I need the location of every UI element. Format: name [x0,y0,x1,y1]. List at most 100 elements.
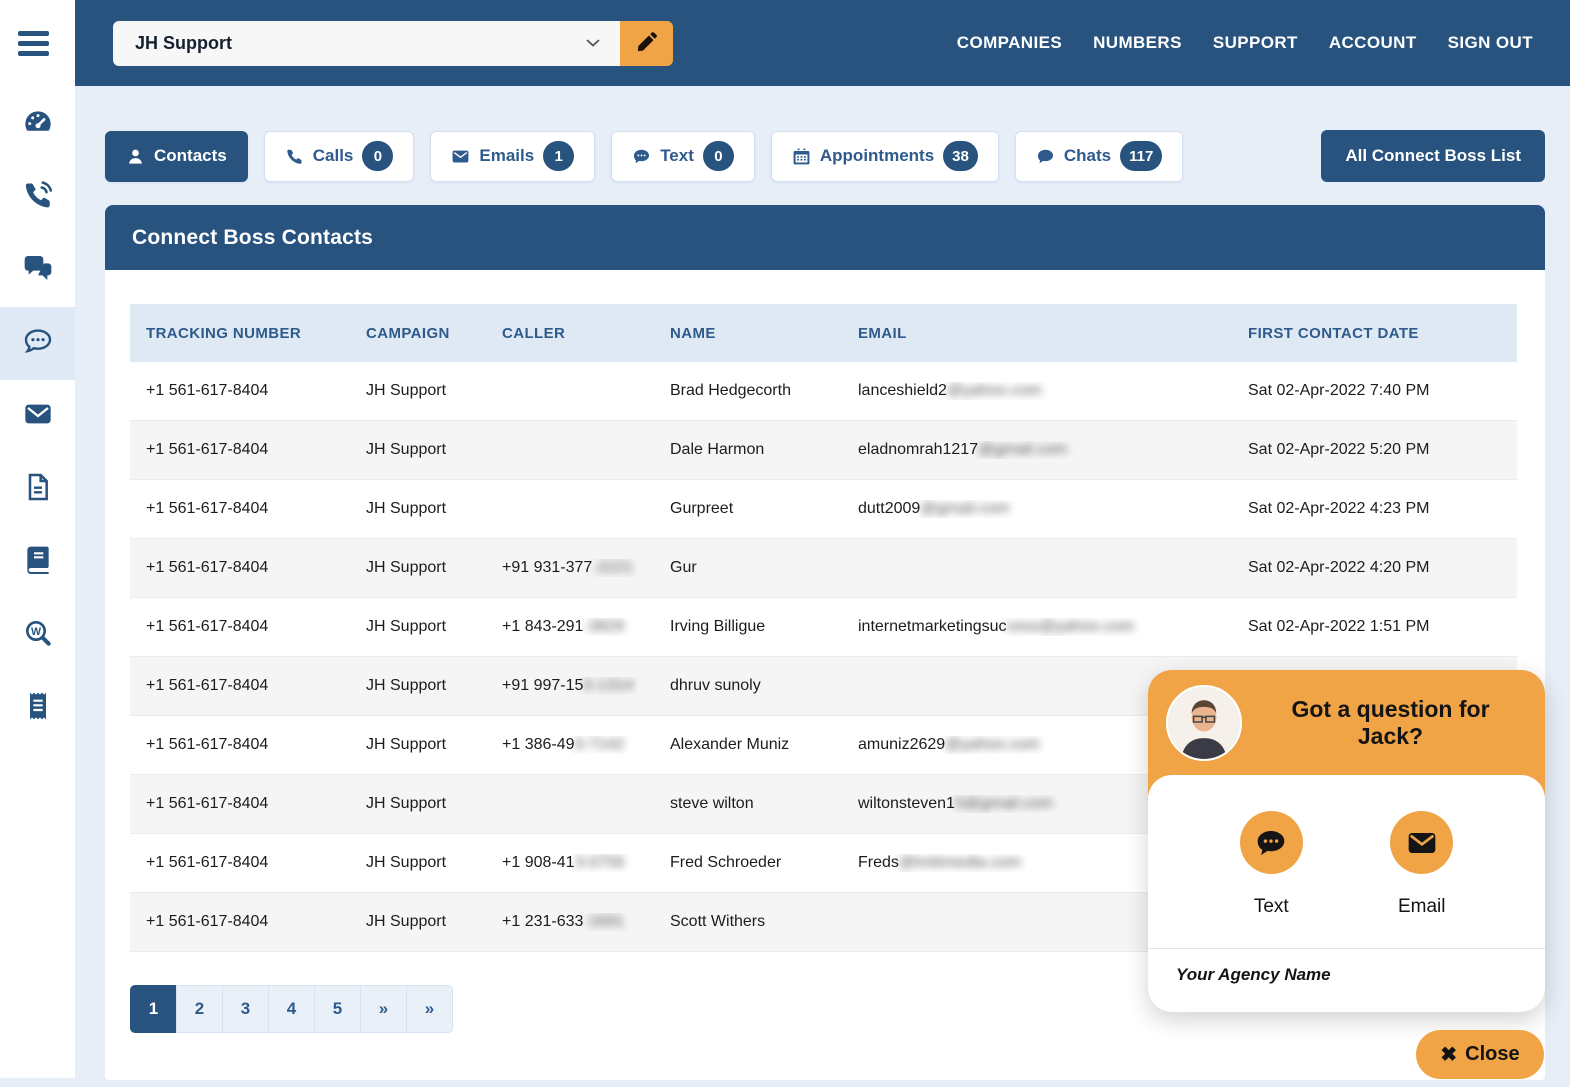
book-icon [22,544,54,581]
name-cell: Dale Harmon [654,441,842,459]
tab-label: Calls [313,146,354,166]
tab-label: Emails [479,146,534,166]
caller-cell: +91 931-377-2221 [486,559,654,577]
campaign-cell: JH Support [350,500,486,518]
col-campaign[interactable]: CAMPAIGN [350,325,486,342]
sidebar-item-calls[interactable] [0,161,75,234]
svg-text:W: W [30,626,41,638]
first-contact-date-cell: Sat 02-Apr-2022 4:20 PM [1232,559,1517,577]
tracking-number-cell: +1 561-617-8404 [130,913,350,931]
tracking-number-cell: +1 561-617-8404 [130,854,350,872]
sidebar-item-word-search[interactable]: W [0,599,75,672]
word-search-icon: W [22,617,54,654]
chat-widget-body: Text Email Your Agency Name [1148,775,1545,1012]
page-button[interactable]: » [360,985,407,1033]
tab-text[interactable]: Text 0 [611,131,755,182]
page-button[interactable]: » [406,985,453,1033]
campaign-cell: JH Support [350,795,486,813]
app: W JH Support [0,0,1570,1087]
tab-appointments[interactable]: Appointments 38 [771,131,999,182]
email-cell: internetmarketingsuccess@yahoo.com [842,618,1232,636]
page-button[interactable]: 1 [130,985,177,1033]
comment-dots-icon [22,325,54,362]
campaign-cell: JH Support [350,441,486,459]
sidebar-item-email[interactable] [0,380,75,453]
first-contact-date-cell: Sat 02-Apr-2022 4:23 PM [1232,500,1517,518]
page-button[interactable]: 4 [268,985,315,1033]
all-connect-boss-list-button[interactable]: All Connect Boss List [1321,130,1545,182]
nav-link-companies[interactable]: COMPANIES [957,33,1062,53]
chevron-down-icon [586,34,600,52]
edit-company-button[interactable] [620,21,673,66]
caller-cell: +1 231-633-1691 [486,913,654,931]
company-selector-value: JH Support [135,33,232,54]
page-button[interactable]: 5 [314,985,361,1033]
tab-label: Text [660,146,694,166]
text-action-label: Text [1254,896,1289,918]
pencil-icon [636,31,658,56]
sidebar-item-text-messages[interactable] [0,307,75,380]
table-row[interactable]: +1 561-617-8404 JH Support Dale Harmon e… [130,421,1517,480]
tab-chats[interactable]: Chats 117 [1015,131,1183,182]
company-selector[interactable]: JH Support [113,21,620,66]
tracking-number-cell: +1 561-617-8404 [130,500,350,518]
chat-bubbles-icon [22,252,54,289]
caller-cell: +1 386-490-7142 [486,736,654,754]
email-cell: eladnomrah1217@gmail.com [842,441,1232,459]
table-row[interactable]: +1 561-617-8404 JH Support +1 843-291-38… [130,598,1517,657]
hamburger-menu-icon[interactable] [0,0,75,86]
table-header-row: TRACKING NUMBER CAMPAIGN CALLER NAME EMA… [130,304,1517,362]
nav-link-sign-out[interactable]: SIGN OUT [1448,33,1533,53]
chat-widget-title: Got a question for Jack? [1258,696,1527,750]
tracking-number-cell: +1 561-617-8404 [130,677,350,695]
close-widget-button[interactable]: ✖ Close [1416,1030,1544,1079]
sidebar-item-dashboard[interactable] [0,88,75,161]
email-cell: dutt2009@gmail.com [842,500,1232,518]
sidebar-item-documents[interactable] [0,453,75,526]
chat-widget-header: Got a question for Jack? [1148,670,1545,775]
tab-label: Chats [1064,146,1111,166]
chat-widget-actions: Text Email [1148,775,1545,918]
sidebar-item-conversations[interactable] [0,234,75,307]
nav-link-support[interactable]: SUPPORT [1213,33,1298,53]
col-tracking-number[interactable]: TRACKING NUMBER [130,325,350,342]
first-contact-date-cell: Sat 02-Apr-2022 7:40 PM [1232,382,1517,400]
nav-link-numbers[interactable]: NUMBERS [1093,33,1182,53]
nav-links: COMPANIES NUMBERS SUPPORT ACCOUNT SIGN O… [957,33,1533,53]
table-row[interactable]: +1 561-617-8404 JH Support +91 931-377-2… [130,539,1517,598]
table-row[interactable]: +1 561-617-8404 JH Support Brad Hedgecor… [130,362,1517,421]
caller-cell: +1 908-413-0756 [486,854,654,872]
tab-calls[interactable]: Calls 0 [264,131,415,182]
tab-contacts[interactable]: Contacts [105,131,248,182]
sidebar-items: W [0,86,75,745]
sidebar: W [0,0,75,1078]
tab-emails[interactable]: Emails 1 [430,131,595,182]
campaign-cell: JH Support [350,677,486,695]
sidebar-item-directory[interactable] [0,526,75,599]
close-icon: ✖ [1440,1042,1457,1067]
text-count-badge: 0 [703,141,734,171]
table-row[interactable]: +1 561-617-8404 JH Support Gurpreet dutt… [130,480,1517,539]
chat-widget: Got a question for Jack? Text Email Y [1148,670,1545,1012]
caller-cell: +91 997-150-1314 [486,677,654,695]
file-lines-icon [22,471,54,508]
col-email[interactable]: EMAIL [842,325,1232,342]
email-action-button[interactable]: Email [1390,811,1453,918]
text-action-button[interactable]: Text [1240,811,1303,918]
sidebar-item-receipts[interactable] [0,672,75,745]
avatar [1166,685,1242,761]
panel-title: Connect Boss Contacts [105,205,1545,270]
col-first-contact-date[interactable]: FIRST CONTACT DATE [1232,325,1517,342]
campaign-cell: JH Support [350,854,486,872]
tracking-number-cell: +1 561-617-8404 [130,795,350,813]
company-selector-group: JH Support [113,21,673,66]
col-caller[interactable]: CALLER [486,325,654,342]
envelope-icon [22,398,54,435]
page-button[interactable]: 2 [176,985,223,1033]
page-button[interactable]: 3 [222,985,269,1033]
col-name[interactable]: NAME [654,325,842,342]
nav-link-account[interactable]: ACCOUNT [1329,33,1417,53]
receipt-icon [22,690,54,727]
name-cell: Irving Billigue [654,618,842,636]
caller-cell: +1 843-291-3829 [486,618,654,636]
